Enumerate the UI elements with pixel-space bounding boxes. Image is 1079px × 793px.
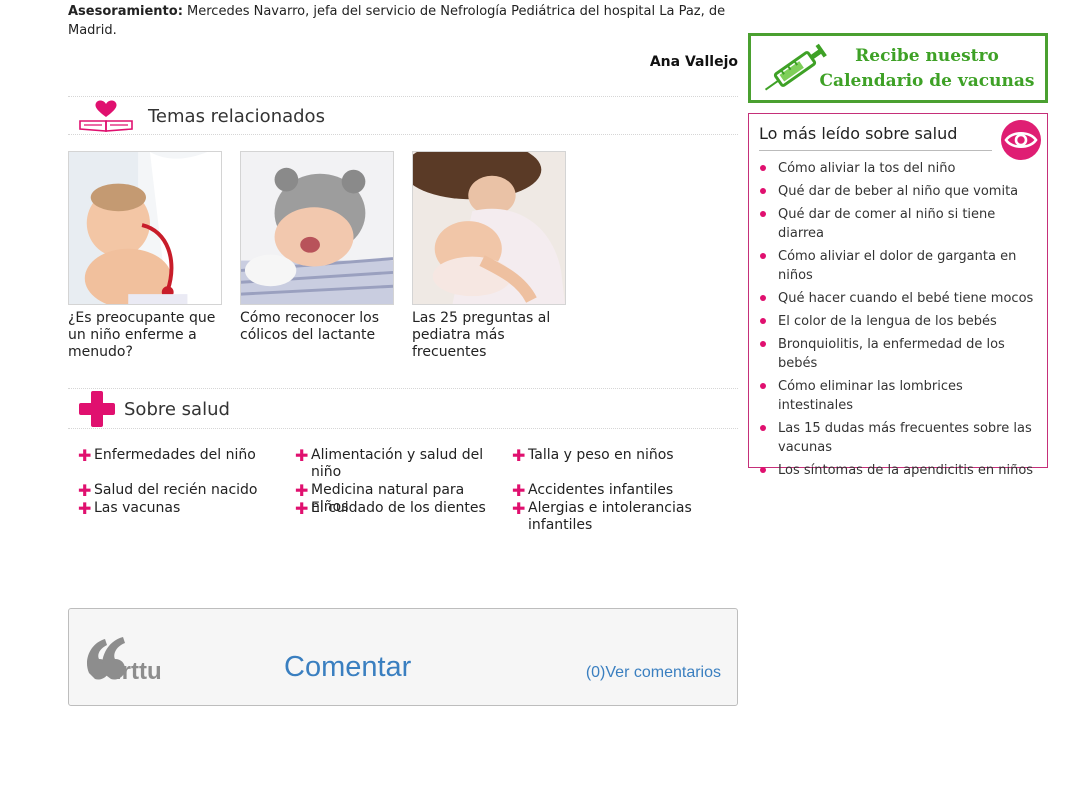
topic-link[interactable]: ✚ Enfermedades del niño (78, 447, 288, 464)
banner-line1: Recibe nuestro (855, 46, 999, 66)
most-read-item[interactable]: Cómo aliviar la tos del niño (759, 159, 1041, 178)
plus-icon: ✚ (512, 446, 526, 465)
related-thumbnail[interactable] (412, 151, 566, 305)
related-thumbnail[interactable] (68, 151, 222, 305)
banner-text[interactable]: Recibe nuestro Calendario de vacunas (809, 44, 1045, 94)
plus-icon: ✚ (512, 481, 526, 500)
most-read-item[interactable]: Los síntomas de la apendicitis en niños (759, 461, 1041, 480)
topic-link[interactable]: ✚ Alimentación y salud del niño (295, 447, 495, 481)
related-caption[interactable]: Las 25 preguntas al pediatra más frecuen… (412, 310, 566, 361)
plus-icon: ✚ (512, 499, 526, 518)
related-caption[interactable]: ¿Es preocupante que un niño enferme a me… (68, 310, 222, 361)
divider (68, 134, 738, 135)
most-read-item[interactable]: Bronquiolitis, la enfermedad de los bebé… (759, 335, 1041, 373)
topic-link[interactable]: ✚ Alergias e intolerancias infantiles (512, 500, 702, 534)
comments-box: irttu Comentar (0)Ver comentarios (68, 608, 738, 706)
related-title: Temas relacionados (148, 105, 325, 127)
related-card[interactable]: ¿Es preocupante que un niño enferme a me… (68, 151, 222, 361)
logo-text: irttu (115, 658, 162, 685)
bullet-icon (760, 253, 766, 259)
topic-link[interactable]: ✚ El cuidado de los dientes (295, 500, 505, 517)
bullet-icon (760, 211, 766, 217)
bullet-icon (760, 341, 766, 347)
virttu-logo: irttu (85, 633, 185, 685)
advice-note: Asesoramiento: Mercedes Navarro, jefa de… (68, 2, 738, 40)
most-read-item[interactable]: Cómo eliminar las lombrices intestinales (759, 377, 1041, 415)
most-read-item[interactable]: Qué dar de comer al niño si tiene diarre… (759, 205, 1041, 243)
most-read-item[interactable]: Qué dar de beber al niño que vomita (759, 182, 1041, 201)
divider (68, 388, 738, 389)
plus-icon: ✚ (78, 499, 92, 518)
plus-icon: ✚ (295, 499, 309, 518)
bullet-icon (760, 188, 766, 194)
view-comments-link[interactable]: (0)Ver comentarios (586, 664, 721, 682)
topics-header: Sobre salud (68, 390, 738, 428)
eye-icon (1001, 120, 1041, 160)
plus-icon: ✚ (295, 446, 309, 465)
divider (68, 428, 738, 429)
most-read-item[interactable]: Las 15 dudas más frecuentes sobre las va… (759, 419, 1041, 457)
related-card[interactable]: Las 25 preguntas al pediatra más frecuen… (412, 151, 566, 361)
topic-link[interactable]: ✚ Talla y peso en niños (512, 447, 712, 464)
bullet-icon (760, 295, 766, 301)
related-header: Temas relacionados (68, 97, 738, 135)
vaccine-calendar-banner[interactable]: Recibe nuestro Calendario de vacunas (748, 33, 1048, 103)
bullet-icon (760, 467, 766, 473)
most-read-item[interactable]: El color de la lengua de los bebés (759, 312, 1041, 331)
author-name: Ana Vallejo (649, 54, 738, 70)
heart-book-icon (79, 100, 133, 132)
most-read-panel: Lo más leído sobre salud Cómo aliviar la… (748, 113, 1048, 478)
related-list: ¿Es preocupante que un niño enferme a me… (68, 151, 584, 361)
most-read-list: Cómo aliviar la tos del niño Qué dar de … (759, 159, 1041, 484)
quote-logo-icon: irttu (86, 637, 162, 685)
most-read-item[interactable]: Cómo aliviar el dolor de garganta en niñ… (759, 247, 1041, 285)
topic-link[interactable]: ✚ Salud del recién nacido (78, 482, 288, 499)
bullet-icon (760, 425, 766, 431)
topic-link[interactable]: ✚ Accidentes infantiles (512, 482, 712, 499)
bullet-icon (760, 165, 766, 171)
health-cross-icon (79, 391, 115, 427)
related-caption[interactable]: Cómo reconocer los cólicos del lactante (240, 310, 394, 344)
comment-button[interactable]: Comentar (284, 651, 411, 684)
bullet-icon (760, 383, 766, 389)
most-read-item[interactable]: Qué hacer cuando el bebé tiene mocos (759, 289, 1041, 308)
related-card[interactable]: Cómo reconocer los cólicos del lactante (240, 151, 394, 361)
plus-icon: ✚ (78, 481, 92, 500)
banner-line2: Calendario de vacunas (819, 71, 1035, 91)
related-thumbnail[interactable] (240, 151, 394, 305)
topic-link[interactable]: ✚ Las vacunas (78, 500, 288, 517)
plus-icon: ✚ (295, 481, 309, 500)
advice-label: Asesoramiento: (68, 4, 183, 19)
bullet-icon (760, 318, 766, 324)
topics-title: Sobre salud (124, 398, 230, 420)
plus-icon: ✚ (78, 446, 92, 465)
divider (759, 150, 992, 151)
most-read-title: Lo más leído sobre salud (759, 124, 958, 143)
